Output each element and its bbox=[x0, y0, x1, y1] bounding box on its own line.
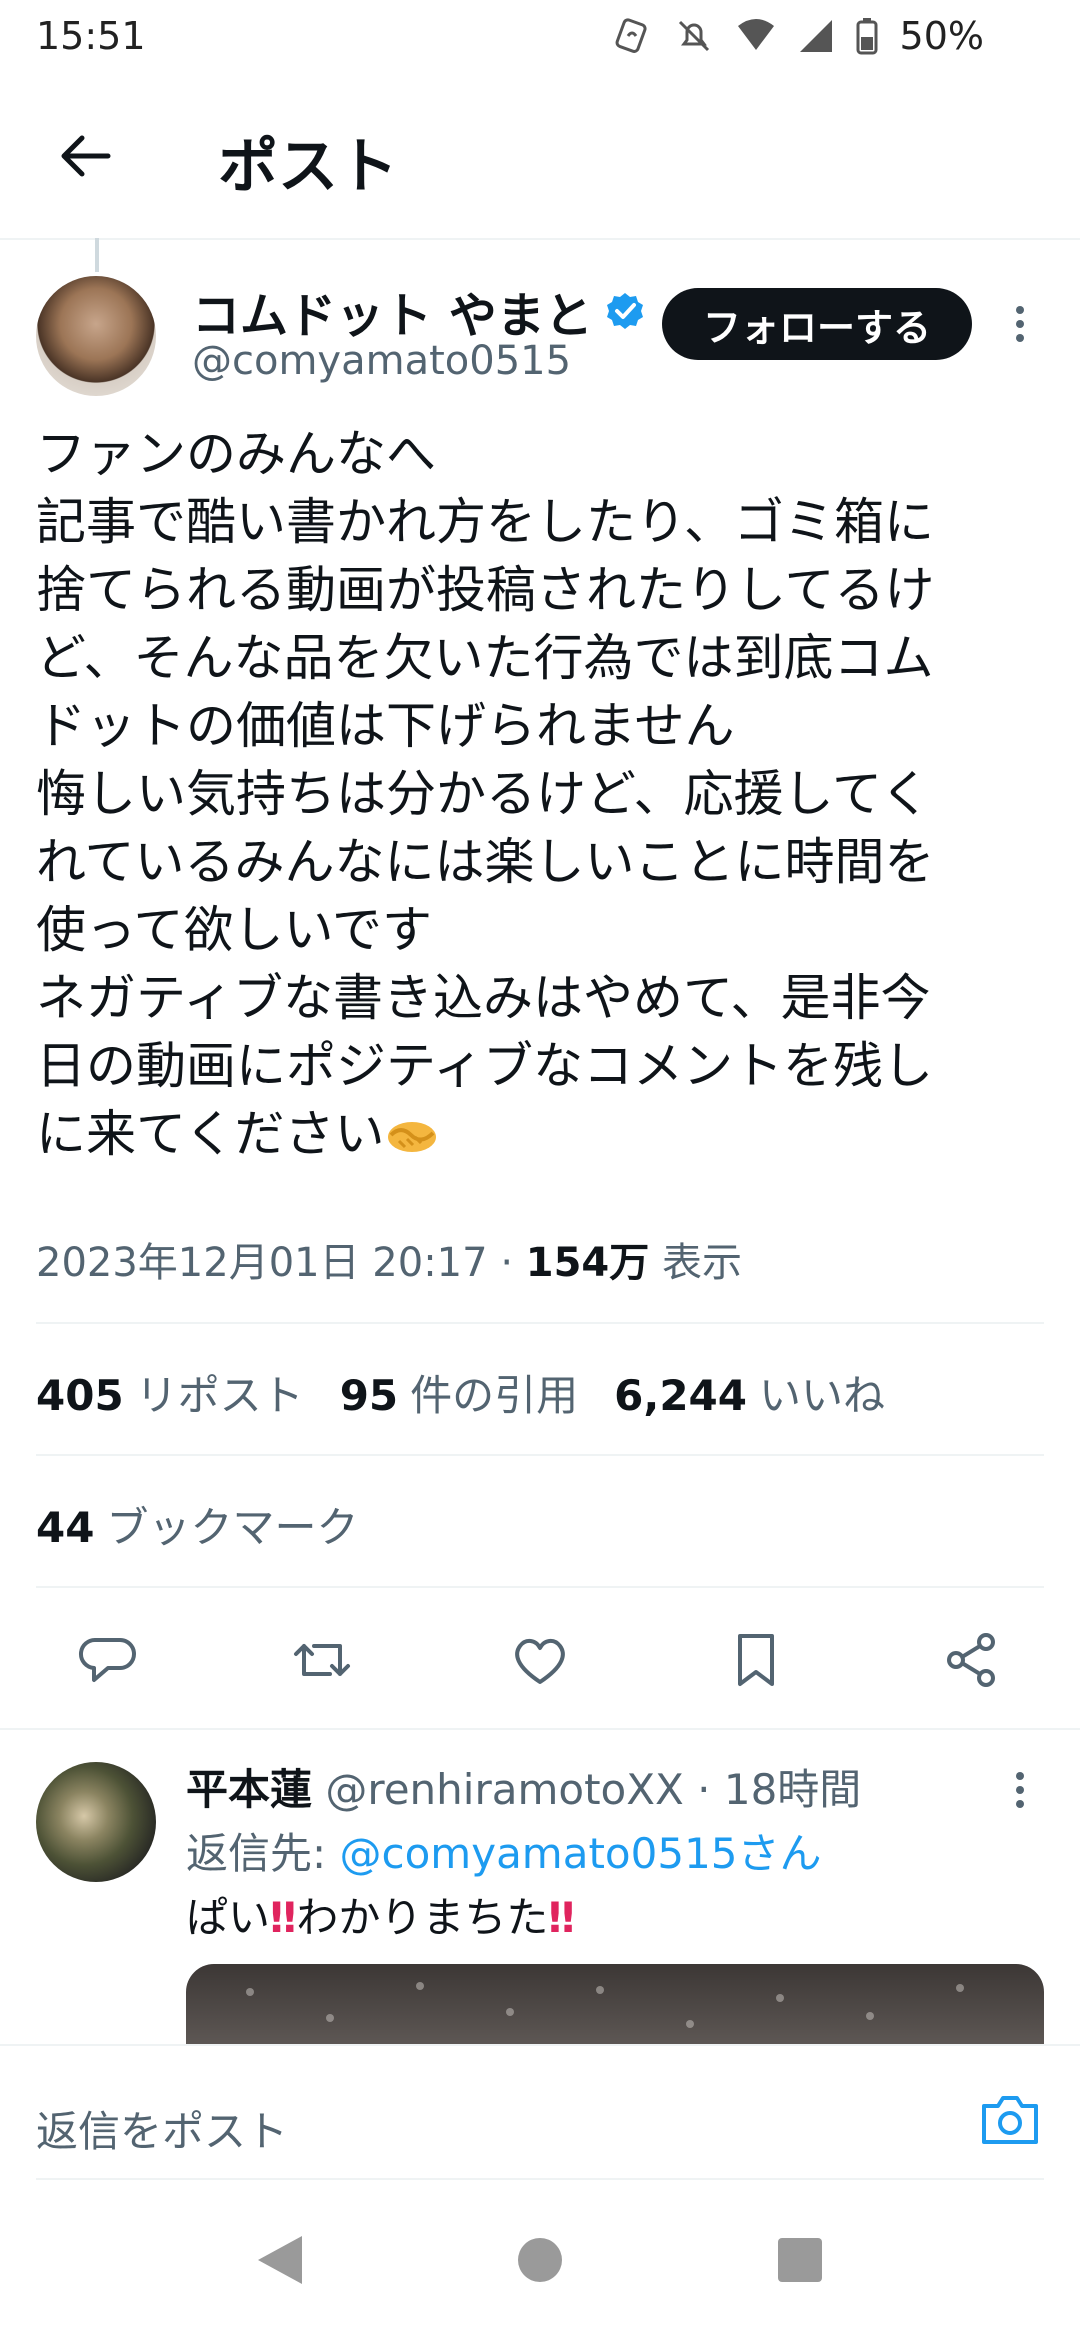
bookmarks-label: ブックマーク bbox=[106, 1503, 359, 1552]
meta-separator: · bbox=[500, 1240, 514, 1286]
post-text-line: 捨てられる動画が投稿されたりしてるけ bbox=[36, 561, 935, 619]
reply-more-options-icon[interactable] bbox=[1010, 1768, 1030, 1812]
likes-label: いいね bbox=[759, 1371, 886, 1420]
nav-home-icon[interactable] bbox=[514, 2232, 566, 2288]
status-bar: 15:51 50% bbox=[0, 0, 1080, 72]
divider bbox=[36, 1586, 1044, 1588]
bookmark-icon[interactable] bbox=[724, 1628, 788, 1692]
author-name-row[interactable]: コムドット やまと bbox=[192, 276, 645, 346]
post-text: ファンのみんなへ 記事で酷い書かれ方をしたり、ゴミ箱に 捨てられる動画が投稿され… bbox=[36, 420, 1046, 1168]
back-arrow-icon[interactable] bbox=[54, 124, 118, 188]
likes-count: 6,244 bbox=[614, 1371, 748, 1420]
post-text-line: ファンのみんなへ bbox=[36, 425, 436, 483]
system-nav-bar bbox=[0, 2184, 1080, 2340]
mute-icon bbox=[678, 20, 709, 52]
post-text-line: ドットの価値は下げられません bbox=[36, 697, 735, 755]
post-text-line: ネガティブな書き込みはやめて、是非今 bbox=[36, 969, 931, 1027]
handshake-emoji-icon bbox=[387, 1122, 436, 1152]
battery-percent: 50% bbox=[899, 14, 984, 58]
reply-header: 平本蓮 @renhiramotoXX · 18時間 bbox=[186, 1756, 861, 1817]
reply-text: ぱい‼わかりまちた‼ bbox=[186, 1884, 575, 1945]
reply-display-name[interactable]: 平本蓮 bbox=[186, 1765, 312, 1814]
post-text-line: 日の動画にポジティブなコメントを残し bbox=[36, 1037, 933, 1095]
quotes-stat[interactable]: 95 件の引用 bbox=[340, 1362, 578, 1423]
view-label: 表示 bbox=[661, 1240, 742, 1286]
reply-input[interactable]: 返信をポスト bbox=[36, 2098, 288, 2159]
reply-to-label: 返信先: bbox=[186, 1829, 327, 1878]
double-exclamation-emoji: ‼ bbox=[270, 1893, 297, 1942]
double-exclamation-emoji: ‼ bbox=[548, 1893, 575, 1942]
post-text-line: 悔しい気持ちは分かるけど、応援してく bbox=[36, 765, 931, 823]
reposts-count: 405 bbox=[36, 1371, 124, 1420]
post-text-line: に来てください bbox=[36, 1105, 385, 1163]
reply-handle[interactable]: @renhiramotoXX bbox=[325, 1765, 683, 1814]
composer-underline bbox=[36, 2178, 1044, 2180]
status-time: 15:51 bbox=[36, 14, 146, 58]
view-count: 154万 bbox=[525, 1240, 650, 1286]
divider bbox=[0, 1728, 1080, 1730]
action-bar bbox=[0, 1620, 1080, 1698]
repost-icon[interactable] bbox=[290, 1628, 354, 1692]
reply-to: 返信先: @comyamato0515さん bbox=[186, 1820, 822, 1881]
quotes-label: 件の引用 bbox=[410, 1371, 579, 1420]
reply-media[interactable] bbox=[186, 1964, 1044, 2044]
post-text-line: 使って欲しいです bbox=[36, 901, 432, 959]
likes-stat[interactable]: 6,244 いいね bbox=[614, 1362, 885, 1423]
more-options-icon[interactable] bbox=[1010, 302, 1030, 346]
reply-composer[interactable]: 返信をポスト bbox=[0, 2044, 1080, 2186]
author-avatar[interactable] bbox=[36, 276, 156, 396]
reply-text-part: ぱい bbox=[186, 1893, 271, 1942]
author-handle[interactable]: @comyamato0515 bbox=[192, 338, 571, 384]
signal-icon bbox=[799, 20, 832, 52]
post-text-line: れているみんなには楽しいことに時間を bbox=[36, 833, 935, 891]
reply-time: · 18時間 bbox=[697, 1765, 862, 1814]
camera-icon[interactable] bbox=[980, 2094, 1040, 2146]
reply-avatar[interactable] bbox=[36, 1762, 156, 1882]
like-icon[interactable] bbox=[508, 1628, 572, 1692]
nav-back-icon[interactable] bbox=[254, 2232, 306, 2288]
verified-badge-icon bbox=[606, 293, 643, 329]
top-bar: ポスト bbox=[0, 72, 1080, 240]
author-display-name[interactable]: コムドット やまと bbox=[192, 276, 593, 346]
divider bbox=[36, 1454, 1044, 1456]
reposts-label: リポスト bbox=[135, 1371, 304, 1420]
bookmarks-stat[interactable]: 44 ブックマーク bbox=[36, 1494, 358, 1555]
engagement-stats: 405 リポスト 95 件の引用 6,244 いいね bbox=[36, 1362, 885, 1423]
post-meta: 2023年12月01日 20:17 · 154万 表示 bbox=[36, 1230, 742, 1288]
reposts-stat[interactable]: 405 リポスト bbox=[36, 1362, 304, 1423]
reply-icon[interactable] bbox=[76, 1628, 140, 1692]
nfc-icon bbox=[615, 18, 647, 53]
reply-text-part: わかりまちた bbox=[296, 1893, 549, 1942]
post-text-line: 記事で酷い書かれ方をしたり、ゴミ箱に bbox=[36, 493, 934, 551]
page-title: ポスト bbox=[218, 132, 398, 202]
wifi-icon bbox=[737, 19, 774, 50]
share-icon[interactable] bbox=[940, 1628, 1004, 1692]
bookmarks-count: 44 bbox=[36, 1503, 95, 1552]
follow-button[interactable]: フォローする bbox=[662, 288, 972, 360]
quotes-count: 95 bbox=[339, 1371, 399, 1420]
battery-icon bbox=[856, 18, 878, 55]
post-timestamp[interactable]: 2023年12月01日 20:17 bbox=[36, 1240, 488, 1286]
thread-line bbox=[95, 238, 99, 272]
post-text-line: ど、そんな品を欠いた行為では到底コム bbox=[36, 629, 934, 687]
nav-recents-icon[interactable] bbox=[774, 2232, 826, 2288]
divider bbox=[36, 1322, 1044, 1324]
reply-to-link[interactable]: @comyamato0515さん bbox=[340, 1829, 822, 1878]
